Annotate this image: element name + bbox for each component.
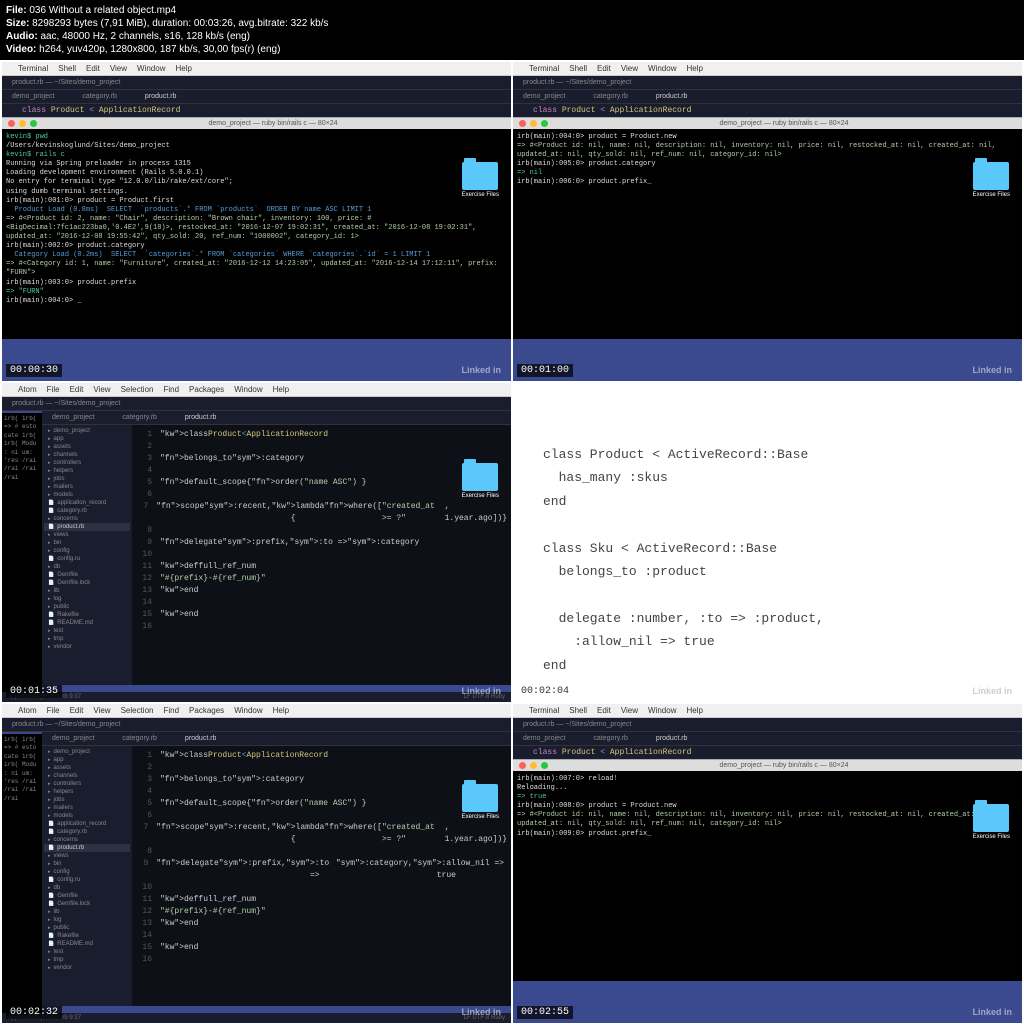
tree-item[interactable]: views [44, 852, 130, 860]
terminal-titlebar: demo_project — ruby bin/rails c — 80×24 [2, 117, 511, 129]
code-editor[interactable]: 1"kw">class Product < ApplicationRecord2… [132, 425, 511, 685]
tree-item[interactable]: mailers [44, 804, 130, 812]
exercise-files-folder[interactable]: Exercise Files [462, 162, 499, 198]
folder-icon [462, 162, 498, 190]
tree-item[interactable]: jobs [44, 796, 130, 804]
slide-code: class Product < ActiveRecord::Base has_m… [543, 443, 992, 677]
tree-item[interactable]: models [44, 491, 130, 499]
tree-item[interactable]: models [44, 812, 130, 820]
thumbnail-2: TerminalShellEditViewWindowHelp product.… [513, 62, 1022, 381]
tree-item[interactable]: controllers [44, 780, 130, 788]
tree-item[interactable]: channels [44, 451, 130, 459]
exercise-files-folder[interactable]: Exercise Files [973, 162, 1010, 198]
tree-item[interactable]: demo_project [44, 427, 130, 435]
tree-item[interactable]: vendor [44, 643, 130, 651]
tree-item[interactable]: config [44, 868, 130, 876]
tree-item[interactable]: db [44, 884, 130, 892]
tree-item[interactable]: channels [44, 772, 130, 780]
tree-item[interactable]: log [44, 595, 130, 603]
thumbnail-6: TerminalShellEditViewWindowHelp product.… [513, 704, 1022, 1023]
timestamp: 00:00:30 [6, 364, 62, 377]
terminal-output[interactable]: irb(main):004:0> product = Product.new=>… [513, 129, 1022, 339]
terminal-output[interactable]: irb(main):007:0> reload!Reloading...=> t… [513, 771, 1022, 981]
tree-item[interactable]: lib [44, 908, 130, 916]
thumbnail-5: AtomFileEditViewSelectionFindPackagesWin… [2, 704, 511, 1023]
tree-item[interactable]: db [44, 563, 130, 571]
file-tree[interactable]: demo_projectappassetschannelscontrollers… [42, 746, 132, 1006]
tree-item[interactable]: vendor [44, 964, 130, 972]
mac-menubar: TerminalShellEditViewWindowHelp [2, 62, 511, 76]
file-tree[interactable]: demo_projectappassetschannelscontrollers… [42, 425, 132, 685]
tree-item[interactable]: tmp [44, 956, 130, 964]
tree-item[interactable]: concerns [44, 836, 130, 844]
thumbnail-3: AtomFileEditViewSelectionFindPackagesWin… [2, 383, 511, 702]
tree-item[interactable]: Gemfile [44, 892, 130, 900]
tree-item[interactable]: lib [44, 587, 130, 595]
tree-item[interactable]: Rakefile [44, 932, 130, 940]
tree-item[interactable]: config [44, 547, 130, 555]
tree-item[interactable]: test [44, 627, 130, 635]
tree-item[interactable]: public [44, 924, 130, 932]
thumbnail-1: TerminalShellEditViewWindowHelp product.… [2, 62, 511, 381]
tree-item[interactable]: app [44, 435, 130, 443]
tree-item[interactable]: demo_project [44, 748, 130, 756]
tree-item[interactable]: public [44, 603, 130, 611]
background-terminal: irb( irb( => # esto cate irb( irb( Modu … [2, 413, 42, 702]
tree-item[interactable]: app [44, 756, 130, 764]
mac-menubar: TerminalShellEditViewWindowHelp [513, 62, 1022, 76]
tree-item[interactable]: application_record [44, 499, 130, 507]
thumbnail-4: class Product < ActiveRecord::Base has_m… [513, 383, 1022, 702]
tree-item[interactable]: product.rb [44, 844, 130, 852]
tree-item[interactable]: Gemfile.lock [44, 579, 130, 587]
tree-item[interactable]: Gemfile.lock [44, 900, 130, 908]
tree-item[interactable]: helpers [44, 467, 130, 475]
linkedin-watermark: Linked in [461, 365, 501, 375]
tree-item[interactable]: views [44, 531, 130, 539]
tree-item[interactable]: jobs [44, 475, 130, 483]
terminal-output[interactable]: kevin$ pwd/Users/kevinskoglund/Sites/dem… [2, 129, 511, 339]
tree-item[interactable]: tmp [44, 635, 130, 643]
tree-item[interactable]: config.ru [44, 876, 130, 884]
tree-item[interactable]: Rakefile [44, 611, 130, 619]
tree-item[interactable]: bin [44, 539, 130, 547]
media-info-header: File: 036 Without a related object.mp4 S… [0, 0, 1024, 60]
code-editor[interactable]: 1"kw">class Product < ApplicationRecord2… [132, 746, 511, 1006]
tree-item[interactable]: controllers [44, 459, 130, 467]
tree-item[interactable]: test [44, 948, 130, 956]
tree-item[interactable]: assets [44, 764, 130, 772]
tree-item[interactable]: application_record [44, 820, 130, 828]
tree-item[interactable]: log [44, 916, 130, 924]
editor-statusbar: app/models/product.rb 9:37LF UTF-8 Ruby [2, 692, 511, 702]
code-header: class Product < ApplicationRecord [2, 104, 511, 117]
tree-item[interactable]: bin [44, 860, 130, 868]
tree-item[interactable]: README.md [44, 619, 130, 627]
tree-item[interactable]: product.rb [44, 523, 130, 531]
tree-item[interactable]: config.ru [44, 555, 130, 563]
tree-item[interactable]: README.md [44, 940, 130, 948]
editor-tabs: product.rb — ~/Sites/demo_project [2, 76, 511, 90]
tree-item[interactable]: category.rb [44, 828, 130, 836]
tree-item[interactable]: Gemfile [44, 571, 130, 579]
tree-item[interactable]: mailers [44, 483, 130, 491]
editor-subtabs: demo_projectcategory.rbproduct.rb [2, 90, 511, 104]
tree-item[interactable]: category.rb [44, 507, 130, 515]
tree-item[interactable]: helpers [44, 788, 130, 796]
tree-item[interactable]: concerns [44, 515, 130, 523]
tree-item[interactable]: assets [44, 443, 130, 451]
